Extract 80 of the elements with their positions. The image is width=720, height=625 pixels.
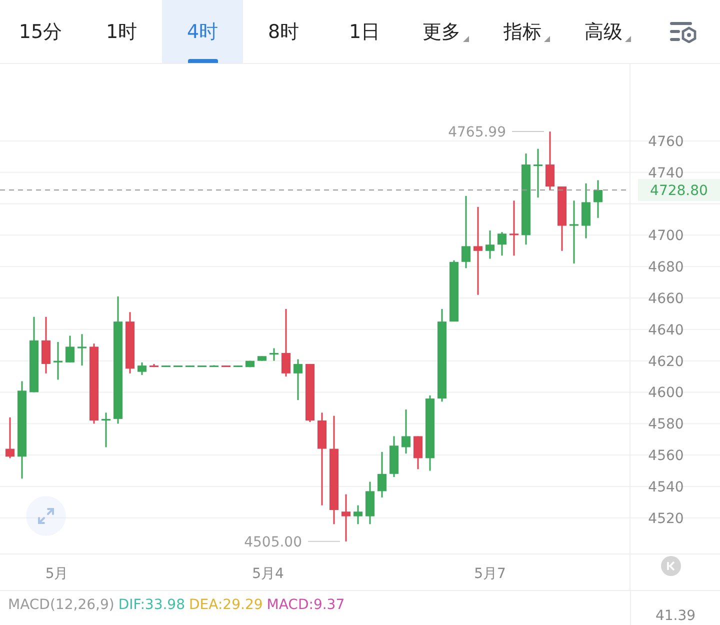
menu-tab[interactable]: 指标	[486, 0, 567, 63]
candlestick	[534, 148, 542, 198]
candlestick	[546, 132, 554, 190]
candlestick	[486, 230, 494, 259]
period-tab[interactable]: 4时	[162, 0, 243, 63]
settings-icon	[670, 20, 698, 42]
candlestick	[198, 366, 206, 368]
x-axis-label: 5月	[45, 566, 68, 582]
candlestick	[234, 366, 242, 368]
candlestick	[558, 186, 566, 251]
candlestick	[126, 312, 134, 374]
candlestick	[54, 342, 62, 380]
scroll-to-latest-button[interactable]	[661, 556, 681, 576]
candlestick	[174, 366, 182, 368]
y-axis-label: 4540	[648, 479, 684, 496]
period-tab[interactable]: 1时	[81, 0, 162, 63]
candlestick	[282, 309, 290, 377]
last-price-tag: 4728.80	[638, 178, 720, 201]
candlestick	[138, 362, 146, 375]
indicator-value: DIF:33.98	[118, 597, 185, 615]
menu-tab[interactable]: 更多	[405, 0, 486, 63]
corner-triangle-icon	[544, 36, 550, 42]
candlestick	[6, 417, 14, 458]
y-axis-label: 4760	[648, 134, 684, 150]
price-annotation: 4505.00	[244, 534, 302, 550]
y-axis-label: 4600	[648, 385, 684, 402]
candlestick	[510, 200, 518, 256]
corner-triangle-icon	[462, 36, 468, 42]
expand-icon	[36, 506, 56, 526]
y-axis-label: 4660	[648, 291, 684, 307]
candlestick	[570, 200, 578, 264]
candlestick	[66, 336, 74, 362]
y-axis-label: 4620	[648, 354, 684, 370]
candlestick	[222, 366, 230, 368]
candlestick	[306, 364, 314, 422]
period-tab[interactable]: 15分	[0, 0, 81, 63]
menu-tab[interactable]: 高级	[567, 0, 648, 63]
candlestick	[366, 482, 374, 524]
candlestick	[102, 412, 110, 448]
x-axis-label: 5月7	[474, 566, 506, 582]
candlestick	[270, 348, 278, 361]
candlestick	[582, 183, 590, 238]
leader-line	[308, 540, 340, 542]
corner-triangle-icon	[624, 36, 630, 42]
ref-line-label: 4728.80	[650, 182, 708, 199]
candlestick	[498, 232, 506, 256]
candlestick	[390, 436, 398, 478]
x-axis-label: 5月4	[252, 566, 284, 582]
expand-button[interactable]	[26, 496, 66, 536]
y-axis-label: 4520	[648, 510, 684, 527]
y-axis-label: 4640	[648, 322, 684, 338]
candlestick	[402, 410, 410, 454]
candlestick	[78, 334, 86, 366]
candlestick	[258, 356, 266, 361]
candlestick	[594, 180, 602, 218]
indicator-label: MACD(12,26,9)	[8, 597, 114, 615]
leader-line	[512, 131, 544, 132]
y-axis-label: 4680	[648, 260, 684, 276]
y-axis-label: 4700	[648, 228, 684, 244]
period-tab[interactable]: 1日	[324, 0, 405, 63]
candlestick	[294, 359, 302, 400]
period-tab[interactable]: 8时	[243, 0, 324, 63]
y-axis-label: 4740	[648, 165, 684, 182]
y-axis-label: 41.39	[655, 608, 696, 624]
candlestick	[186, 366, 194, 368]
candlestick	[42, 316, 50, 374]
selected-indicator	[188, 59, 218, 63]
indicator-value: DEA:29.29	[189, 597, 263, 615]
indicator-value: MACD:9.37	[266, 597, 345, 615]
candlestick	[450, 260, 458, 322]
y-axis-label: 4580	[648, 416, 684, 433]
candlestick	[150, 364, 158, 368]
candlestick	[210, 365, 218, 368]
y-axis-label: 4560	[648, 448, 684, 464]
price-annotation: 4765.99	[448, 124, 506, 141]
candlestick	[378, 452, 386, 498]
candlestick	[414, 436, 422, 470]
candlestick	[354, 505, 362, 524]
candlestick	[162, 366, 170, 368]
candlestick	[342, 494, 350, 542]
